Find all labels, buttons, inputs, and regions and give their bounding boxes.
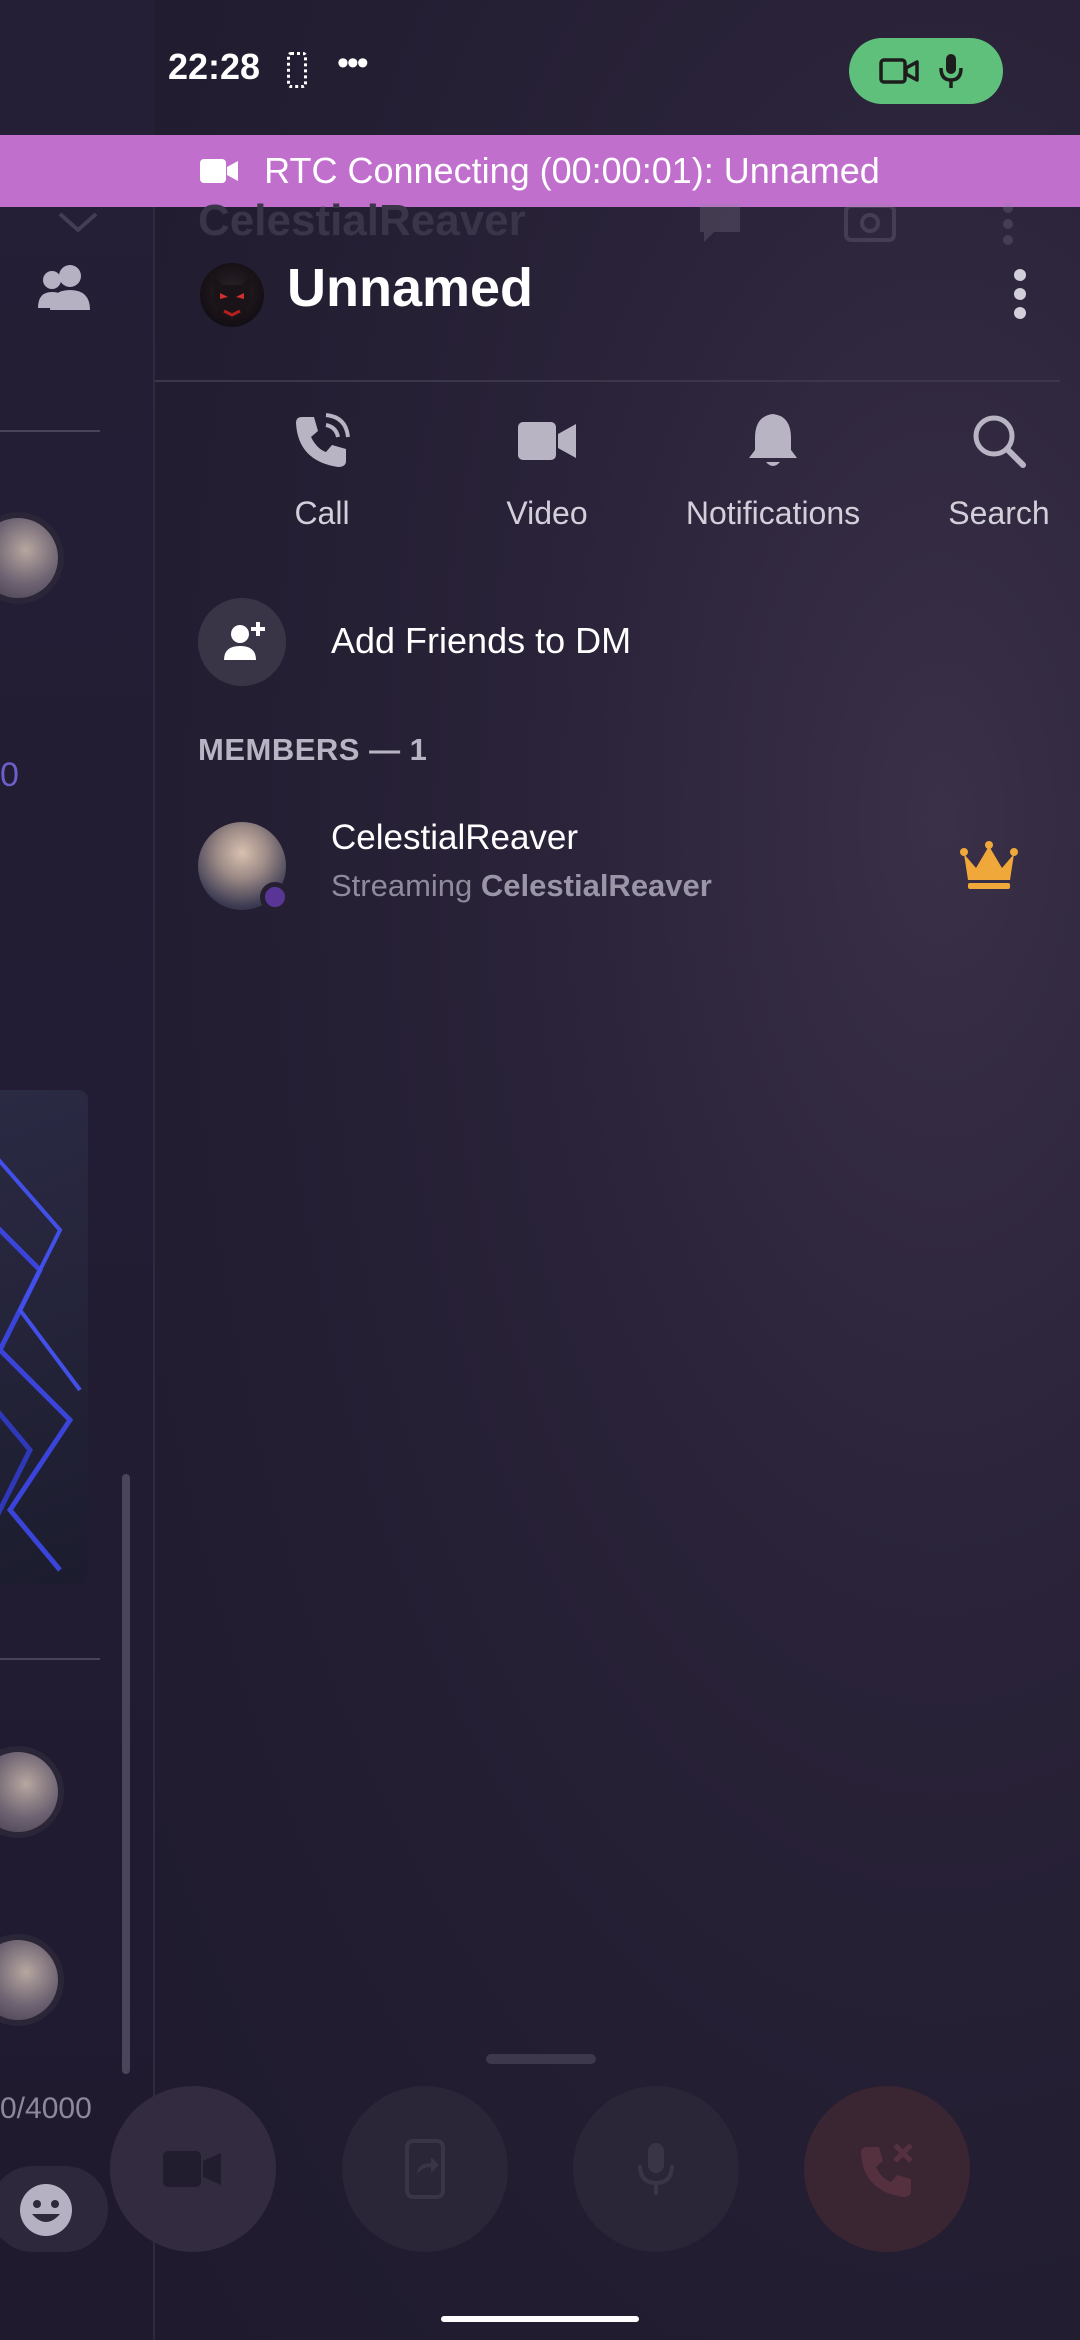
call-label: Call: [294, 495, 350, 531]
add-user-icon: [224, 622, 265, 660]
ongoing-call-pill[interactable]: [849, 38, 1003, 104]
member-status-prefix: Streaming: [331, 868, 473, 903]
divider: [0, 1658, 100, 1660]
notifications-button[interactable]: Notifications: [673, 405, 873, 532]
status-time: 22:28: [168, 46, 261, 87]
link-text-fragment: 0: [0, 756, 19, 794]
camera-flip-icon: [844, 204, 896, 242]
video-camera-icon: [518, 422, 576, 460]
screen-record-icon: [287, 52, 307, 88]
search-button[interactable]: Search: [899, 405, 1080, 532]
video-button[interactable]: Video: [447, 405, 647, 532]
member-name: CelestialReaver: [331, 818, 579, 857]
emoji-button[interactable]: [0, 2166, 108, 2252]
bell-icon: [749, 414, 797, 466]
scrollbar[interactable]: [122, 1474, 130, 2074]
rtc-status-text: RTC Connecting (00:00:01): Unnamed: [264, 150, 880, 191]
drawer-header: Unnamed: [200, 255, 1026, 335]
member-status: Streaming CelestialReaver: [331, 868, 712, 904]
streaming-status-icon: [260, 882, 290, 912]
phone-call-icon: [296, 413, 350, 467]
ghost-channel-title: CelestialReaver: [198, 196, 526, 245]
video-camera-icon: [879, 58, 919, 84]
chevron-down-icon: [58, 212, 98, 233]
video-label: Video: [506, 495, 588, 531]
stream-preview-thumbnail[interactable]: [0, 1090, 88, 1585]
chat-icon: [700, 204, 740, 242]
camera-toggle-button[interactable]: [110, 2086, 276, 2252]
search-label: Search: [948, 495, 1050, 531]
call-button[interactable]: Call: [222, 405, 422, 532]
member-row[interactable]: CelestialReaver Streaming CelestialReave…: [198, 818, 1018, 918]
crown-icon: [960, 841, 1018, 889]
divider: [155, 380, 1060, 382]
member-status-target: CelestialReaver: [480, 868, 712, 903]
character-counter: 0/4000: [0, 2092, 92, 2125]
microphone-icon: [939, 54, 963, 88]
members-icon[interactable]: [36, 262, 96, 312]
video-camera-icon: [200, 159, 239, 183]
signal-dots-icon: •••: [337, 44, 369, 82]
stream-preview-graphic: [0, 1158, 82, 1572]
hang-up-icon: [861, 2143, 913, 2197]
search-icon: [973, 415, 1026, 468]
divider: [0, 430, 100, 432]
emoji-icon: [20, 2184, 72, 2236]
group-avatar: [200, 263, 264, 327]
page-title: Unnamed: [287, 258, 534, 318]
add-friend-icon-circle: [198, 598, 286, 686]
more-vertical-icon[interactable]: [1012, 267, 1028, 321]
rtc-connecting-banner[interactable]: RTC Connecting (00:00:01): Unnamed: [0, 135, 1080, 207]
microphone-toggle-button[interactable]: [573, 2086, 739, 2252]
video-camera-icon: [163, 2151, 221, 2187]
screen-share-button[interactable]: [342, 2086, 508, 2252]
add-friends-to-dm-button[interactable]: Add Friends to DM: [198, 598, 1038, 688]
drag-handle[interactable]: [486, 2054, 596, 2064]
background-call-view: [155, 0, 1080, 2340]
microphone-icon: [638, 2143, 674, 2195]
action-bar: Call Video Notifications Search: [155, 405, 1060, 535]
add-friends-label: Add Friends to DM: [331, 620, 632, 661]
status-bar: 22:28 •••: [0, 0, 1080, 135]
screen-share-icon: [405, 2139, 445, 2199]
disconnect-call-button[interactable]: [804, 2086, 970, 2252]
notifications-label: Notifications: [685, 495, 861, 531]
members-header: MEMBERS — 1: [198, 732, 428, 767]
home-indicator[interactable]: [441, 2316, 639, 2322]
more-vertical-icon: [1003, 203, 1013, 245]
demon-mask-icon: [210, 271, 254, 321]
